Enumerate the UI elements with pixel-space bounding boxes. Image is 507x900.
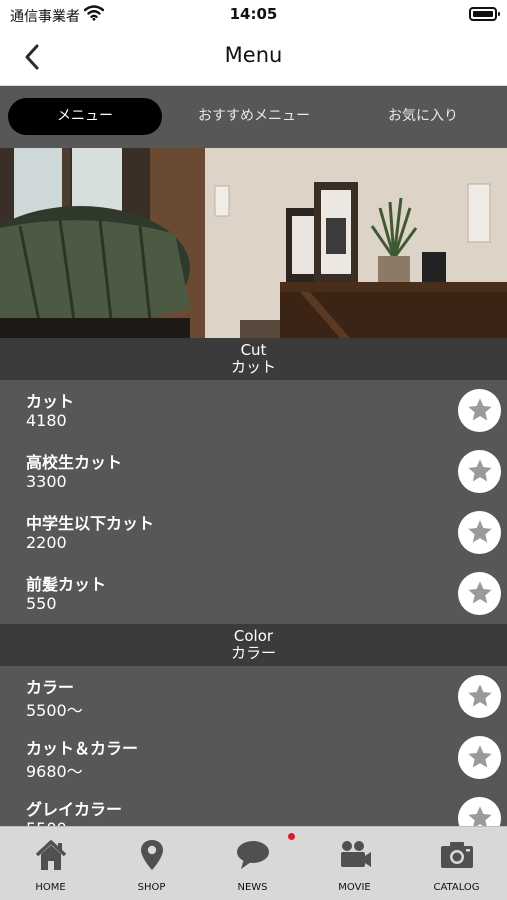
tabbar-label: MOVIE <box>338 882 371 893</box>
favorite-button[interactable] <box>458 450 501 493</box>
status-time: 14:05 <box>229 5 278 23</box>
section-header: Cut カット <box>0 338 507 380</box>
star-icon <box>468 745 492 768</box>
navigation-bar: Menu <box>0 30 507 86</box>
menu-item-name: カット＆カラー <box>26 739 139 758</box>
tab-favorites[interactable]: お気に入り <box>346 98 500 135</box>
menu-item-name: グレイカラー <box>26 800 123 819</box>
favorite-button[interactable] <box>458 736 501 779</box>
battery-icon <box>469 7 500 21</box>
section-title-en: Color <box>233 627 274 645</box>
menu-item-price: 2200 <box>26 533 67 552</box>
favorite-button[interactable] <box>458 675 501 718</box>
menu-item-name: カット <box>26 392 75 411</box>
tab-recommended-menu[interactable]: おすすめメニュー <box>172 98 336 135</box>
chat-bubble-icon <box>237 841 269 869</box>
menu-item[interactable]: 中学生以下カット 2200 <box>0 502 507 563</box>
tabbar-label: NEWS <box>237 882 268 893</box>
bottom-tab-bar: HOME SHOP NEWS MOVIE CATALOG <box>0 826 507 900</box>
star-icon <box>468 806 492 826</box>
menu-item[interactable]: 前髪カット 550 <box>0 563 507 624</box>
menu-list[interactable]: Cut カット カット 4180 高校生カット 3300 中学生以下カット 22… <box>0 338 507 826</box>
section-title-ja: カラー <box>230 644 276 662</box>
menu-item[interactable]: カラー 5500〜 <box>0 666 507 727</box>
favorite-button[interactable] <box>458 797 501 826</box>
news-badge <box>288 833 295 840</box>
menu-tabs: メニュー おすすめメニュー お気に入り <box>0 86 507 148</box>
menu-item-price: 5500〜 <box>26 701 83 720</box>
menu-item-name: カラー <box>26 678 75 697</box>
favorite-button[interactable] <box>458 572 501 615</box>
tabbar-shop[interactable]: SHOP <box>101 827 202 900</box>
tabbar-home[interactable]: HOME <box>0 827 101 900</box>
page-title: Menu <box>224 43 283 67</box>
section-color: Color カラー カラー 5500〜 カット＆カラー 9680〜 グレイカラー… <box>0 624 507 826</box>
star-icon <box>468 684 492 707</box>
section-title-ja: カット <box>230 358 276 376</box>
home-icon <box>35 840 67 870</box>
tabbar-label: CATALOG <box>433 882 480 893</box>
star-icon <box>468 459 492 482</box>
menu-item-price: 9680〜 <box>26 762 83 781</box>
video-camera-icon <box>341 841 371 867</box>
status-bar: 通信事業者 14:05 <box>0 0 507 30</box>
menu-item[interactable]: カット＆カラー 9680〜 <box>0 727 507 788</box>
menu-item-price: 5500 <box>26 819 67 826</box>
menu-item-name: 高校生カット <box>26 453 123 472</box>
tabbar-catalog[interactable]: CATALOG <box>406 827 507 900</box>
menu-item-price: 3300 <box>26 472 67 491</box>
section-header: Color カラー <box>0 624 507 666</box>
menu-item-price: 550 <box>26 594 57 613</box>
menu-item-price: 4180 <box>26 411 67 430</box>
tabbar-movie[interactable]: MOVIE <box>304 827 405 900</box>
menu-item[interactable]: グレイカラー 5500 <box>0 788 507 826</box>
menu-item-name: 前髪カット <box>26 575 107 594</box>
menu-item-name: 中学生以下カット <box>26 514 155 533</box>
tabbar-label: HOME <box>35 882 66 893</box>
star-icon <box>468 520 492 543</box>
star-icon <box>468 581 492 604</box>
section-title-en: Cut <box>240 341 267 359</box>
tab-menu[interactable]: メニュー <box>8 98 162 135</box>
menu-item[interactable]: カット 4180 <box>0 380 507 441</box>
favorite-button[interactable] <box>458 389 501 432</box>
map-pin-icon <box>141 840 163 870</box>
tabbar-label: SHOP <box>137 882 166 893</box>
menu-item[interactable]: 高校生カット 3300 <box>0 441 507 502</box>
section-cut: Cut カット カット 4180 高校生カット 3300 中学生以下カット 22… <box>0 338 507 624</box>
star-icon <box>468 398 492 421</box>
camera-icon <box>441 842 473 868</box>
favorite-button[interactable] <box>458 511 501 554</box>
salon-interior-photo <box>0 148 507 338</box>
